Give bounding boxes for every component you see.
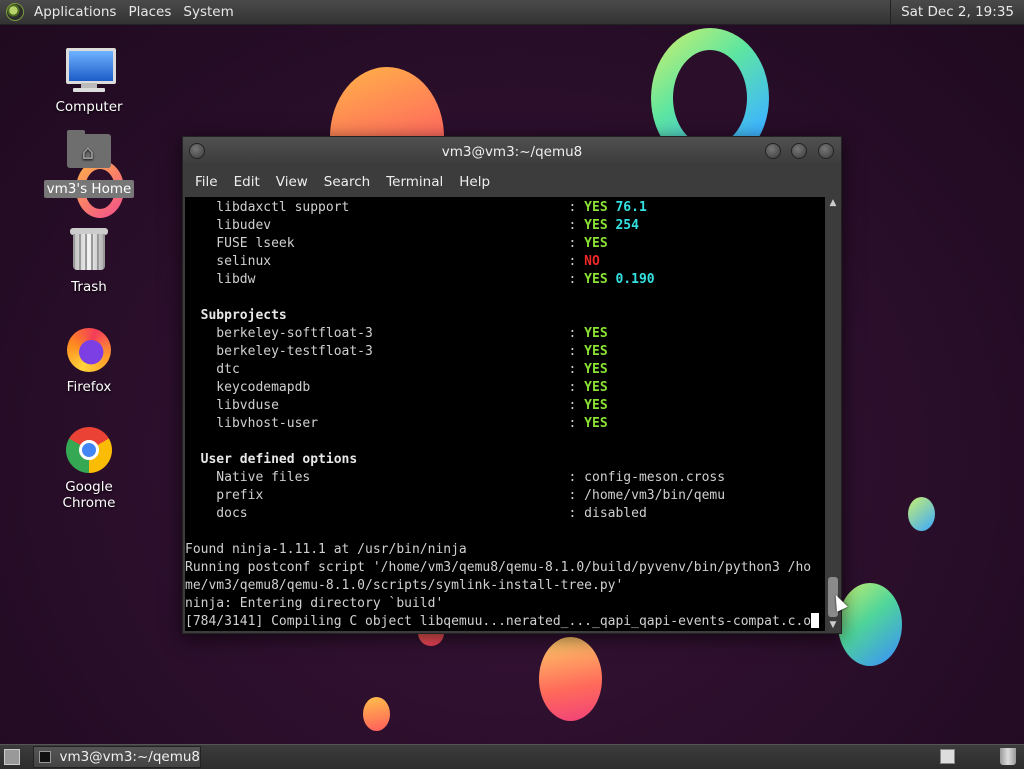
- desktop-icon-label: Google Chrome: [62, 479, 116, 511]
- text-cursor: [811, 613, 820, 628]
- version-value: 0.190: [615, 272, 655, 287]
- status-value: YES: [584, 380, 608, 395]
- wallpaper-shape: [363, 697, 390, 731]
- firefox-icon: [63, 326, 115, 374]
- status-value: YES: [584, 200, 608, 215]
- menu-places[interactable]: Places: [122, 4, 177, 20]
- terminal-titlebar[interactable]: vm3@vm3:~/qemu8: [183, 137, 841, 167]
- show-desktop-icon[interactable]: [4, 749, 20, 765]
- chrome-icon: [63, 426, 115, 474]
- window-title: vm3@vm3:~/qemu8: [441, 144, 583, 160]
- desktop-icon-home[interactable]: ⌂ vm3's Home: [34, 128, 144, 198]
- wallpaper-shape: [838, 583, 902, 666]
- taskbar-item-terminal[interactable]: vm3@vm3:~/qemu8: [33, 746, 201, 768]
- taskbar-item-label: vm3@vm3:~/qemu8: [59, 749, 200, 765]
- scroll-up-arrow-icon[interactable]: ▲: [827, 197, 839, 209]
- clock[interactable]: Sat Dec 2, 19:35: [890, 0, 1024, 24]
- terminal-text: libdaxctl support : YES 76.1 libudev : Y…: [185, 199, 825, 631]
- wallpaper-shape: [908, 497, 935, 531]
- trash-icon[interactable]: [1000, 748, 1016, 765]
- home-folder-icon: ⌂: [63, 128, 115, 176]
- terminal-icon: [39, 751, 52, 763]
- version-value: 76.1: [615, 200, 647, 215]
- mate-logo-icon[interactable]: [6, 3, 24, 21]
- desktop-icon-label: Computer: [55, 99, 123, 115]
- trash-icon: [63, 226, 115, 274]
- wallpaper-shape: [539, 637, 602, 721]
- terminal-output[interactable]: libdaxctl support : YES 76.1 libudev : Y…: [185, 197, 825, 631]
- menu-system[interactable]: System: [177, 4, 239, 20]
- menu-file[interactable]: File: [187, 174, 226, 190]
- desktop-icon-label: Firefox: [66, 379, 112, 395]
- section-heading: User defined options: [200, 452, 358, 467]
- status-value: NO: [584, 254, 600, 269]
- version-value: 254: [615, 218, 639, 233]
- desktop-icon-label: Trash: [71, 279, 107, 295]
- status-value: YES: [584, 362, 608, 377]
- bottom-panel: vm3@vm3:~/qemu8: [0, 744, 1024, 769]
- menu-edit[interactable]: Edit: [226, 174, 268, 190]
- desktop-icon-label: vm3's Home: [43, 180, 135, 198]
- menu-search[interactable]: Search: [316, 174, 378, 190]
- computer-icon: [63, 46, 116, 94]
- status-value: YES: [584, 272, 608, 287]
- desktop-icon-trash[interactable]: Trash: [34, 226, 144, 296]
- menu-view[interactable]: View: [268, 174, 316, 190]
- status-value: YES: [584, 236, 608, 251]
- menu-terminal[interactable]: Terminal: [378, 174, 451, 190]
- desktop-icon-firefox[interactable]: Firefox: [34, 326, 144, 396]
- scroll-down-arrow-icon[interactable]: ▼: [827, 619, 839, 631]
- workspace-switcher[interactable]: [940, 749, 955, 764]
- minimize-button[interactable]: [765, 143, 781, 159]
- menu-applications[interactable]: Applications: [28, 4, 122, 20]
- section-heading: Subprojects: [200, 308, 287, 323]
- status-value: YES: [584, 416, 608, 431]
- status-value: YES: [584, 398, 608, 413]
- top-panel: Applications Places System Sat Dec 2, 19…: [0, 0, 1024, 25]
- close-button[interactable]: [818, 143, 834, 159]
- status-value: YES: [584, 344, 608, 359]
- status-value: YES: [584, 326, 608, 341]
- desktop-icon-chrome[interactable]: Google Chrome: [34, 426, 144, 512]
- maximize-button[interactable]: [791, 143, 807, 159]
- terminal-scrollbar[interactable]: ▲ ▼: [827, 197, 839, 631]
- terminal-window: vm3@vm3:~/qemu8 File Edit View Search Te…: [182, 136, 842, 634]
- status-value: YES: [584, 218, 608, 233]
- desktop-icon-computer[interactable]: Computer: [34, 46, 144, 116]
- menu-help[interactable]: Help: [451, 174, 498, 190]
- terminal-menubar: File Edit View Search Terminal Help: [183, 167, 841, 197]
